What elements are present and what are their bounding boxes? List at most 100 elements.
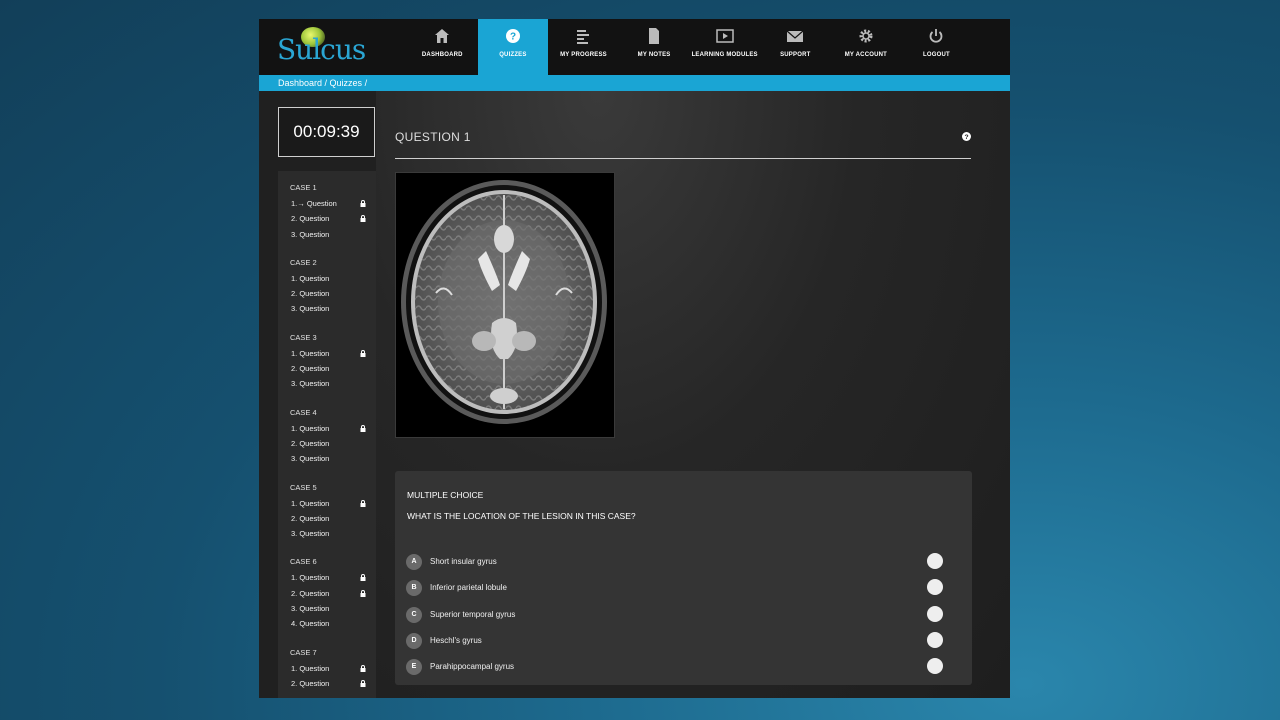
case-title: CASE 5 [290,482,317,492]
question-link[interactable]: 2. Question [290,288,376,303]
nav-my-progress[interactable]: MY PROGRESS [548,19,619,75]
nav-label: MY ACCOUNT [844,52,888,58]
question-link-label: 2. Question [291,289,330,299]
option-letter-badge: D [406,633,422,649]
question-link[interactable]: 2. Question [290,513,376,528]
nav-label: MY NOTES [637,52,671,58]
app-window: Sulcus DASHBOARD? QUIZZES MY PROGRESS MY NO… [259,19,1010,698]
nav-label: QUIZZES [499,52,527,58]
multiple-choice-panel: MULTIPLE CHOICE WHAT IS THE LOCATION OF … [395,471,972,685]
case-group: CASE 4 1. Question 2. Question 3. Question [290,408,376,469]
sulcus-logo[interactable]: Sulcus [277,27,377,67]
case-group: CASE 1 1.→ Question 2. Question 3. Question [290,183,376,244]
logo-text: Sulcus [277,33,366,66]
nav-quizzes[interactable]: ? QUIZZES [477,19,549,75]
answer-option-c[interactable]: C Superior temporal gyrus [406,606,951,624]
question-link[interactable]: 3. Question [290,453,376,468]
question-link[interactable]: 1. Question [290,273,376,288]
lock-icon [360,574,366,582]
nav-my-notes[interactable]: MY NOTES [619,19,690,75]
question-link-label: 2. Question [291,438,330,448]
question-link[interactable]: 1. Question [290,572,376,587]
option-text: Inferior parietal lobule [430,583,507,592]
main-nav: DASHBOARD? QUIZZES MY PROGRESS MY NOTES LEAR… [407,19,972,75]
option-text: Parahippocampal gyrus [430,662,515,671]
option-radio-button[interactable] [927,553,943,569]
breadcrumb-separator: / [322,78,330,88]
nav-support[interactable]: SUPPORT [760,19,831,75]
option-radio-button[interactable] [927,658,943,674]
answer-option-e[interactable]: E Parahippocampal gyrus [406,658,951,676]
question-link-label: 3. Question [291,454,330,464]
case-title: CASE 7 [290,647,317,657]
question-link-label: 3. Question [291,229,330,239]
nav-my-account[interactable]: MY ACCOUNT [831,19,902,75]
power-icon [930,29,943,43]
question-link-label: 3. Question [291,304,330,314]
document-icon [649,28,660,44]
mri-scan-image[interactable] [395,172,615,438]
question-link[interactable]: 2. Question [290,438,376,453]
option-radio-button[interactable] [927,606,943,622]
case-group: CASE 5 1. Question 2. Question 3. Question [290,483,376,544]
nav-dashboard[interactable]: DASHBOARD [407,19,478,75]
question-type-label: MULTIPLE CHOICE [407,490,484,500]
question-link[interactable]: 3. Question [290,528,376,543]
question-link[interactable]: 4. Question [290,618,376,633]
option-text: Heschl's gyrus [430,636,482,645]
option-radio-button[interactable] [927,632,943,648]
question-link-label: 1.→ Question [291,199,337,208]
top-navigation-bar: Sulcus DASHBOARD? QUIZZES MY PROGRESS MY NO… [259,19,1010,75]
option-letter-badge: C [406,607,422,623]
breadcrumb-quizzes[interactable]: Quizzes [330,78,363,88]
question-link[interactable]: 3. Question [290,229,376,244]
option-text: Short insular gyrus [430,557,497,566]
question-prompt: WHAT IS THE LOCATION OF THE LESION IN TH… [407,511,636,521]
question-main-area: QUESTION 1 ? MULTIPLE CHOICE WHAT IS THE… [376,91,1010,698]
lock-icon [360,680,366,687]
case-title: CASE 1 [290,183,317,192]
case-title: CASE 6 [290,557,317,567]
question-link-label: 1. Question [291,663,330,673]
question-link[interactable]: 3. Question [290,603,376,618]
question-link[interactable]: 3. Question [290,378,376,393]
question-link[interactable]: 1. Question [290,498,376,513]
question-link[interactable]: 2. Question [290,678,376,693]
svg-text:?: ? [964,134,968,141]
lock-icon [360,215,366,223]
question-link[interactable]: 1. Question [290,348,376,363]
lock-icon [360,424,366,432]
lock-icon [360,200,366,207]
option-radio-button[interactable] [927,579,943,595]
question-link-label: 1. Question [291,348,330,358]
question-link[interactable]: 2. Question [290,588,376,603]
case-question-sidebar: CASE 1 1.→ Question 2. Question 3. Question… [278,171,376,698]
answer-option-b[interactable]: B Inferior parietal lobule [406,579,951,597]
question-link[interactable]: 1.→ Question [290,198,376,213]
breadcrumb-dashboard[interactable]: Dashboard [278,78,322,88]
question-link-label: 2. Question [291,588,330,598]
option-text: Superior temporal gyrus [430,610,516,619]
option-letter-badge: A [406,554,422,570]
question-link[interactable]: 1. Question [290,663,376,678]
answer-option-d[interactable]: D Heschl's gyrus [406,632,951,650]
question-link[interactable]: 1. Question [290,423,376,438]
question-link-label: 1. Question [291,273,330,283]
lock-icon [360,589,366,597]
nav-learning-modules[interactable]: LEARNING MODULES [689,19,760,75]
home-icon [435,29,450,43]
gear-icon [859,29,873,43]
case-title: CASE 4 [290,407,317,417]
question-link[interactable]: 2. Question [290,363,376,378]
question-link-label: 2. Question [291,513,330,523]
question-link[interactable]: 2. Question [290,213,376,228]
question-link[interactable]: 3. Question [290,303,376,318]
question-link-label: 2. Question [291,214,330,224]
play-icon [715,29,734,43]
nav-logout[interactable]: LOGOUT [901,19,972,75]
breadcrumb-separator: / [362,78,368,88]
help-icon[interactable]: ? [962,132,971,141]
answer-option-a[interactable]: A Short insular gyrus [406,553,951,571]
question-link-label: 1. Question [291,423,330,433]
question-link-label: 3. Question [291,529,330,539]
